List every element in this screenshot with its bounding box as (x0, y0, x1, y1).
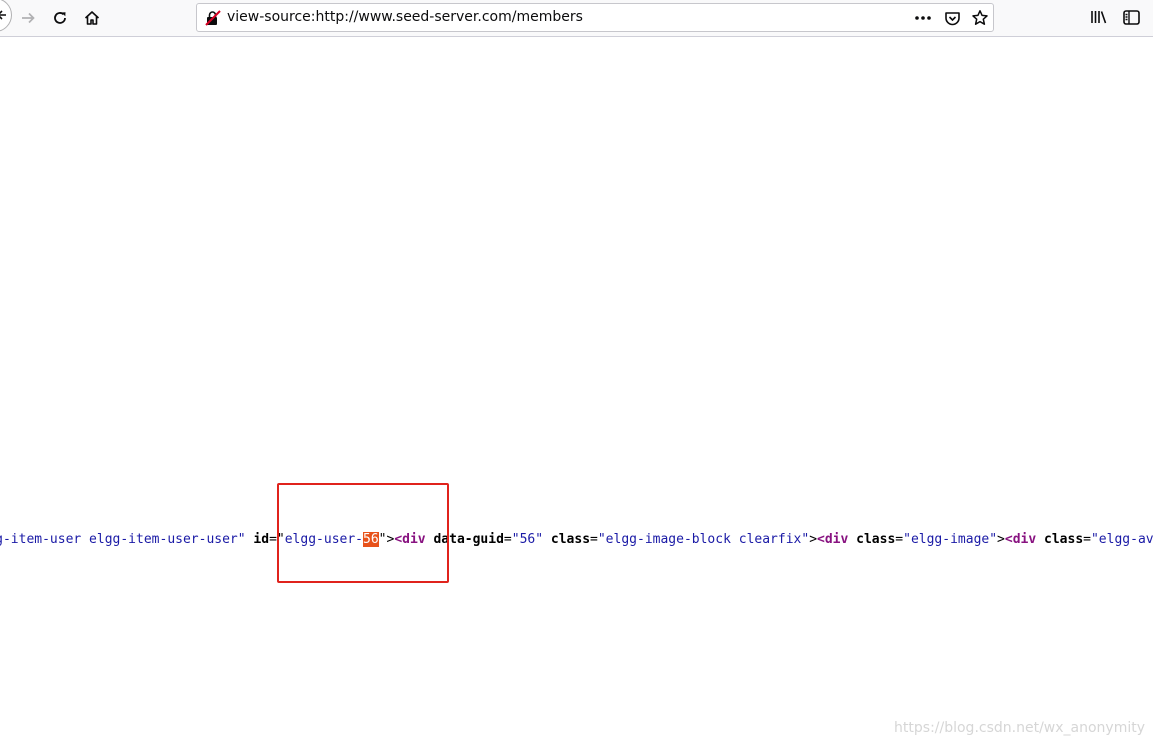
forward-button[interactable] (16, 6, 40, 30)
star-icon (972, 10, 988, 25)
home-icon (84, 11, 100, 25)
insecure-connection-icon[interactable] (205, 10, 221, 26)
home-button[interactable] (80, 6, 104, 30)
url-bar[interactable]: view-source:http://www.seed-server.com/m… (196, 3, 994, 32)
forward-arrow-icon (22, 12, 35, 24)
back-arrow-icon (0, 10, 6, 20)
class-value-2: "elgg-image" (903, 532, 998, 547)
more-icon (915, 16, 931, 20)
attr-id: id (253, 532, 270, 547)
attr-class-2: class (856, 532, 896, 547)
library-icon (1091, 11, 1107, 24)
attr-class-1: class (550, 532, 591, 547)
attr-class-3: class (1044, 532, 1084, 547)
page-actions-button[interactable] (913, 8, 933, 28)
back-button[interactable] (0, 0, 12, 32)
bookmark-button[interactable] (970, 8, 990, 28)
pocket-icon (944, 11, 960, 25)
pocket-button[interactable] (942, 8, 962, 28)
library-button[interactable] (1089, 7, 1109, 27)
red-annotation-box (277, 483, 449, 583)
reload-icon (54, 12, 66, 24)
div-tag-3: <div (1004, 532, 1037, 547)
browser-toolbar: view-source:http://www.seed-server.com/m… (0, 0, 1153, 37)
guid-value: "56" (511, 532, 544, 547)
div-tag-2: <div (817, 532, 849, 547)
url-text[interactable]: view-source:http://www.seed-server.com/m… (227, 9, 583, 25)
class-value-fragment: m elgg-item-user elgg-item-user-user" (0, 532, 246, 547)
class-value-1: "elgg-image-block clearfix" (597, 532, 810, 547)
watermark: https://blog.csdn.net/wx_anonymity (894, 720, 1145, 736)
reload-button[interactable] (48, 6, 72, 30)
sidebar-button[interactable] (1121, 7, 1141, 27)
class-value-3: "elgg-avatar el (1090, 532, 1153, 547)
source-code-line: m elgg-item-user elgg-item-user-user" id… (0, 531, 1153, 548)
sidebar-icon (1122, 9, 1140, 25)
